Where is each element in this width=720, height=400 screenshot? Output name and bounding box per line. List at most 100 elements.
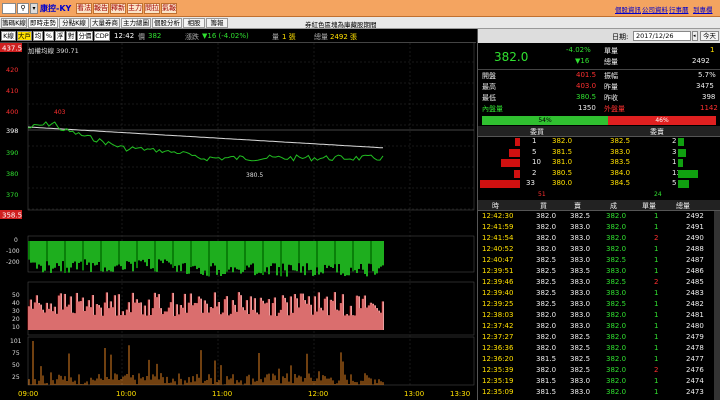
flow-bar	[354, 241, 356, 271]
flow-bar	[364, 241, 366, 274]
float-toggle[interactable]: 浮	[55, 31, 65, 41]
tick-row[interactable]: 12:40:47 382.5 383.0 382.5 1 2487	[478, 256, 714, 267]
flow-bar	[368, 241, 370, 264]
tick-row[interactable]: 12:37:42 382.0 383.0 382.0 1 2480	[478, 322, 714, 333]
tick-cell: 12:38:03	[482, 311, 514, 319]
tick-row[interactable]: 12:42:30 382.0 382.5 382.0 1 2492	[478, 212, 714, 223]
book-row[interactable]: 33 380.0 384.5 5	[478, 137, 720, 189]
flow-bar	[200, 241, 202, 274]
tick-cell: 1	[654, 355, 659, 363]
link-calendar[interactable]: 行事曆	[669, 4, 689, 14]
tab-chip-kline[interactable]: 籌碼K線	[1, 18, 27, 28]
link-stock-info[interactable]: 個股資訊	[615, 4, 641, 14]
tab-chip-report[interactable]: 籌報	[206, 18, 228, 28]
tick-cell: 383.0	[570, 234, 591, 242]
flow-bar	[272, 241, 274, 264]
tab-realtime[interactable]: 即時走勢	[28, 18, 58, 28]
chevron-down-icon[interactable]: ▾	[30, 3, 38, 14]
today-button[interactable]: 今天	[700, 31, 719, 41]
tick-cell: 12:36:20	[482, 355, 514, 363]
report-button[interactable]: 報告	[93, 3, 109, 14]
vol-axis-label: 25	[12, 374, 20, 381]
percent-toggle[interactable]: %	[44, 31, 54, 41]
notice-text: 券紅色區塊為庫藏股期間	[305, 21, 377, 29]
change-value: ▼16 (-4.02%)	[202, 32, 249, 40]
date-stepper[interactable]: ◂	[692, 31, 698, 41]
flow-bar	[242, 241, 244, 272]
tick-cell: 382.0	[536, 344, 557, 352]
tick-row[interactable]: 12:35:19 381.5 383.0 382.0 1 2474	[478, 377, 714, 388]
tab-branch-kline[interactable]: 分點K線	[59, 18, 89, 28]
tick-cell: 1	[654, 377, 659, 385]
tick-row[interactable]: 12:39:51 382.5 383.5 383.0 1 2486	[478, 267, 714, 278]
ticks-scrollbar[interactable]	[714, 211, 720, 400]
link-company[interactable]: 公司資料	[642, 4, 668, 14]
tick-cell: 383.0	[606, 289, 627, 297]
flow-bar	[146, 241, 148, 267]
stat-value: 398	[702, 93, 716, 101]
tick-cell: 2490	[686, 234, 704, 242]
ratio-axis-label: 50	[12, 292, 20, 299]
flow-axis-label: 0	[14, 237, 18, 244]
tab-stock-analysis[interactable]: 個股分析	[152, 18, 182, 28]
tab-large-brokers[interactable]: 大量券商	[90, 18, 120, 28]
tick-row[interactable]: 12:40:52 382.0 383.0 382.0 1 2488	[478, 245, 714, 256]
tick-row[interactable]: 12:38:03 382.0 383.0 382.0 1 2481	[478, 311, 714, 322]
tick-row[interactable]: 12:41:59 382.0 383.0 382.0 1 2491	[478, 223, 714, 234]
tick-row[interactable]: 12:36:20 381.5 382.5 382.0 1 2477	[478, 355, 714, 366]
ticks-list[interactable]: 12:42:30 382.0 382.5 382.0 1 2492 12:41:59 382.…	[478, 211, 714, 400]
flow-bar	[264, 241, 266, 272]
main-force-button[interactable]: 主力	[127, 3, 143, 14]
ask-price: 384.5	[610, 179, 631, 187]
col-unit: 單量	[642, 202, 656, 210]
tab-main-force[interactable]: 主力總圖	[121, 18, 151, 28]
big-holder-toggle[interactable]: 大戶	[17, 31, 32, 41]
search-icon[interactable]: ⚲	[17, 3, 29, 14]
view-button[interactable]: 看法	[76, 3, 92, 14]
tick-row[interactable]: 12:35:39 382.0 382.5 382.0 2 2476	[478, 366, 714, 377]
flow-bar	[38, 241, 40, 265]
tick-cell: 382.5	[536, 267, 557, 275]
tick-row[interactable]: 12:36:36 382.0 382.5 382.0 1 2478	[478, 344, 714, 355]
flow-bar	[158, 241, 160, 260]
stock-dropdown[interactable]	[2, 3, 16, 14]
date-field[interactable]: 2017/12/26	[633, 31, 691, 41]
flow-bar	[134, 241, 136, 262]
flow-bar	[380, 241, 382, 267]
cdp-toggle[interactable]: CDP	[94, 31, 110, 41]
flow-bar	[340, 241, 342, 275]
tick-row[interactable]: 12:35:09 381.5 383.0 382.0 1 2473	[478, 388, 714, 399]
tick-row[interactable]: 12:37:27 382.0 382.5 382.0 1 2479	[478, 333, 714, 344]
max-mark: 403	[54, 109, 66, 116]
price-dist-toggle[interactable]: 分價	[77, 31, 93, 41]
tick-cell: 2488	[686, 245, 704, 253]
flow-bar	[140, 241, 142, 262]
pull-button[interactable]: 問拉	[144, 3, 160, 14]
flow-bar	[300, 241, 302, 273]
compare-toggle[interactable]: 對	[66, 31, 76, 41]
flow-bar	[336, 241, 338, 273]
link-column[interactable]: 到專欄	[693, 4, 713, 14]
alert-button[interactable]: 氣報	[161, 3, 177, 14]
tick-cell: 1	[654, 245, 659, 253]
tick-cell: 382.0	[606, 377, 627, 385]
price-axis-label: 420	[6, 66, 18, 74]
tick-cell: 382.0	[536, 234, 557, 242]
tick-cell: 383.0	[570, 388, 591, 396]
tick-cell: 12:39:25	[482, 300, 514, 308]
flow-bar	[126, 241, 128, 262]
tick-cell: 12:39:51	[482, 267, 514, 275]
tick-cell: 383.0	[570, 300, 591, 308]
news-button[interactable]: 釋新	[110, 3, 126, 14]
tick-row[interactable]: 12:39:40 382.5 383.0 383.0 1 2483	[478, 289, 714, 300]
kline-toggle[interactable]: K線	[1, 31, 16, 41]
avg-toggle[interactable]: 均	[33, 31, 43, 41]
tick-row[interactable]: 12:41:54 382.0 383.0 382.0 2 2490	[478, 234, 714, 245]
flow-bar	[168, 241, 170, 263]
intraday-chart[interactable]: 437.5 加權均線 390.71 403 380.5 358.5 420 41…	[0, 43, 476, 400]
ask-depth-bar	[678, 180, 689, 188]
tab-related[interactable]: 相股	[183, 18, 205, 28]
tick-row[interactable]: 12:39:46 382.5 383.0 382.5 2 2485	[478, 278, 714, 289]
flow-bar	[60, 241, 62, 272]
tick-row[interactable]: 12:39:25 382.5 383.0 382.5 1 2482	[478, 300, 714, 311]
